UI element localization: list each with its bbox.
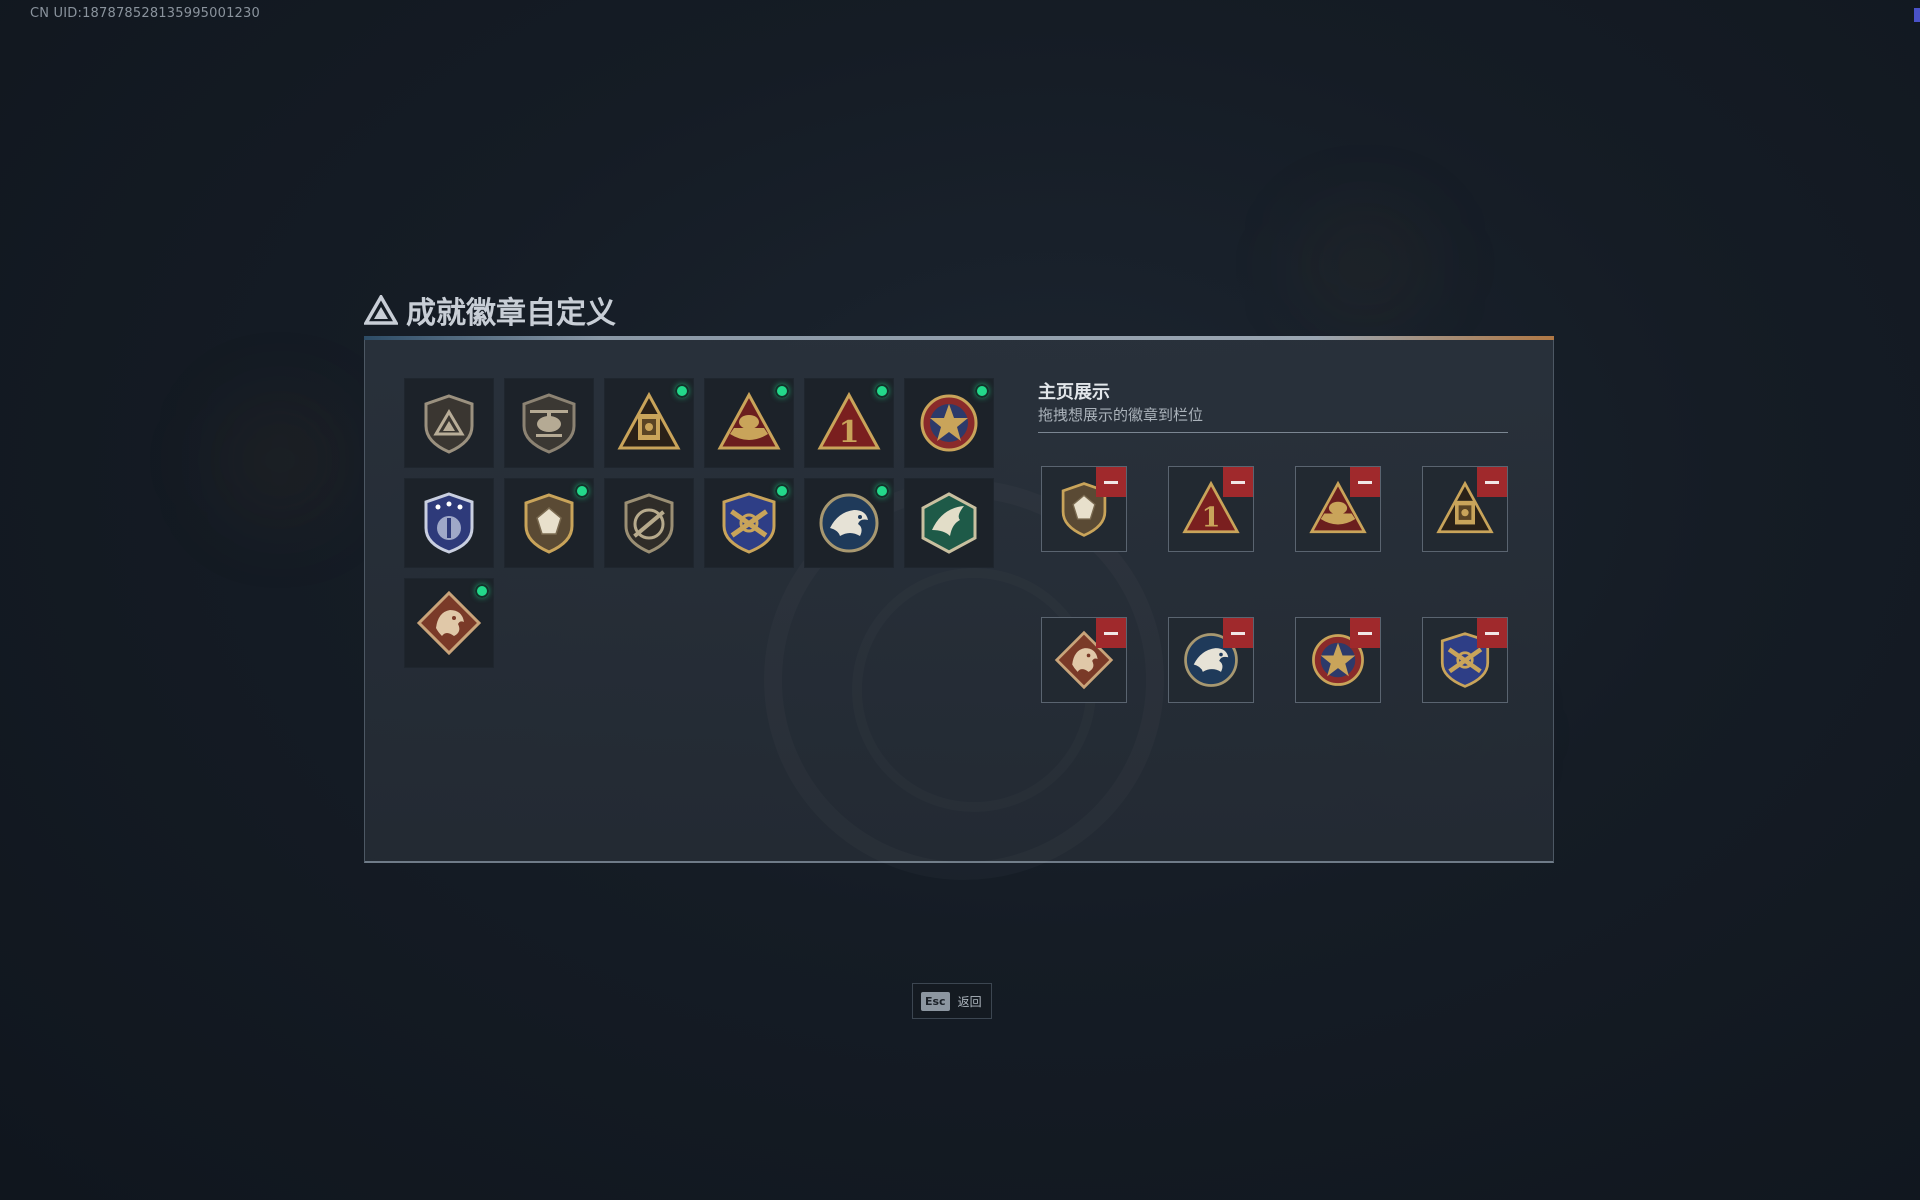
minus-icon [1358,631,1372,635]
new-indicator-dot [775,484,789,498]
vault-triangle-badge-icon [617,391,681,450]
gem-shield-badge-icon [524,493,574,554]
dragon-badge-icon [416,590,482,656]
number-one-triangle-badge-icon: 1 [817,391,881,450]
minus-icon [1104,631,1118,635]
remove-badge-button[interactable] [1350,467,1380,497]
badge-cell[interactable] [804,478,894,568]
remove-badge-button[interactable] [1477,467,1507,497]
badge-cell[interactable] [604,378,694,468]
new-indicator-dot [875,384,889,398]
badge-cell[interactable] [404,578,494,668]
remove-badge-button[interactable] [1223,618,1253,648]
back-label: 返回 [957,994,982,1009]
esc-key: Esc [921,991,950,1011]
showcase-subtitle: 拖拽想展示的徽章到栏位 [1038,406,1204,424]
badge-cell[interactable] [904,478,994,568]
badge-cell[interactable] [604,478,694,568]
showcase-slot[interactable] [1422,617,1508,703]
minus-icon [1358,480,1372,484]
remove-badge-button[interactable] [1096,467,1126,497]
showcase-slot[interactable] [1168,617,1254,703]
eagle-badge-icon [819,493,879,553]
new-indicator-dot [775,384,789,398]
triangle-shield-badge-icon [424,394,474,454]
corner-indicator [1914,8,1920,22]
badge-cell[interactable] [704,478,794,568]
svg-text:1: 1 [839,415,860,450]
showcase-slot[interactable] [1295,466,1381,552]
dialog-title: 成就徽章自定义 [364,288,616,332]
back-button[interactable]: Esc 返回 [912,983,992,1019]
rifle-shield-badge-icon [624,493,674,554]
panel-top-border [364,336,1554,340]
svg-text:1: 1 [1202,501,1221,533]
new-indicator-dot [875,484,889,498]
minus-icon [1485,480,1499,484]
minus-icon [1485,631,1499,635]
badge-cell[interactable] [904,378,994,468]
police-shield-badge-icon [424,492,474,554]
remove-badge-button[interactable] [1096,618,1126,648]
minus-icon [1231,631,1245,635]
new-indicator-dot [475,584,489,598]
showcase-slot[interactable] [1041,466,1127,552]
showcase-slot[interactable] [1041,617,1127,703]
new-indicator-dot [675,384,689,398]
remove-badge-button[interactable] [1350,618,1380,648]
showcase-slot[interactable]: 1 [1168,466,1254,552]
badge-cell[interactable] [504,478,594,568]
remove-badge-button[interactable] [1223,467,1253,497]
badge-cell[interactable] [404,378,494,468]
user-uid: CN UID:187878528135995001230 [30,6,260,21]
badge-cell[interactable] [404,478,494,568]
showcase-title: 主页展示 [1038,382,1110,403]
badge-cell[interactable]: 1 [804,378,894,468]
minus-icon [1231,480,1245,484]
minus-icon [1104,480,1118,484]
dialog-title-text: 成就徽章自定义 [406,296,616,331]
badge-cell[interactable] [704,378,794,468]
badge-cell[interactable] [504,378,594,468]
showcase-slot[interactable] [1295,617,1381,703]
crossed-weapons-badge-icon [722,492,776,554]
cargo-triangle-badge-icon [717,391,781,450]
new-indicator-dot [975,384,989,398]
remove-badge-button[interactable] [1477,618,1507,648]
showcase-divider [1038,432,1508,433]
helicopter-badge-icon [522,393,576,454]
logo-triangle-icon [364,295,398,325]
owned-badges-grid: 1 [404,378,994,668]
hawk-hexagon-badge-icon [921,492,977,554]
new-indicator-dot [575,484,589,498]
star-medal-badge-icon [920,394,978,452]
showcase-slot[interactable] [1422,466,1508,552]
